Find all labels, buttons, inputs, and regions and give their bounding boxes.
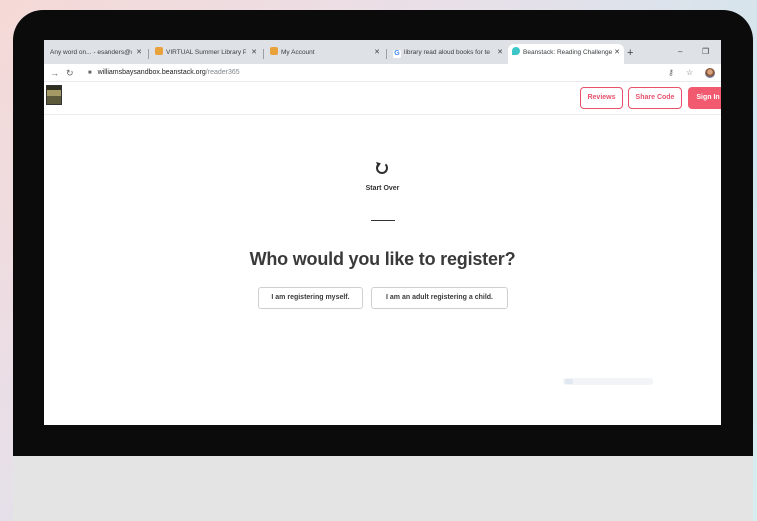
tab-beanstack[interactable]: Beanstack: Reading Challenge ✕ [508,44,624,64]
section-divider [371,220,395,221]
star-icon[interactable]: ☆ [686,66,693,80]
start-over-icon[interactable] [376,162,388,174]
new-tab-button[interactable]: + [627,44,633,62]
site-header: Reviews Share Code Sign In [44,82,721,115]
url-host: williamsbaysandbox.beanstack.org [97,69,206,76]
close-icon[interactable]: ✕ [136,44,142,62]
address-toolbar: → ↻ ■ williamsbaysandbox.beanstack.org/re… [44,64,721,82]
tab-label: Any word on... - esanders@wi [50,49,132,56]
minimize-icon[interactable]: – [678,44,682,60]
faded-widget [563,378,653,385]
close-icon[interactable]: ✕ [614,44,620,62]
close-icon[interactable]: ✕ [374,44,380,62]
close-icon[interactable]: ✕ [497,44,503,62]
address-bar[interactable]: ■ williamsbaysandbox.beanstack.org/reader… [88,67,240,79]
tab-my-account[interactable]: My Account ✕ [266,44,384,64]
tab-label: VIRTUAL Summer Library Prog [166,49,246,56]
tab-strip: Any word on... - esanders@wi ✕ VIRTUAL S… [44,40,721,64]
browser-window: Any word on... - esanders@wi ✕ VIRTUAL S… [44,40,721,425]
tab-separator [263,49,264,59]
forward-icon[interactable]: → [50,66,59,80]
start-over-link[interactable]: Start Over [44,185,721,192]
page-title: Who would you like to register? [249,249,516,269]
heart-icon [512,47,520,55]
tab-label: library read aloud books for te [404,49,490,56]
library-logo[interactable] [46,85,62,105]
reload-icon[interactable]: ↻ [66,66,74,80]
monitor-chin [13,456,753,521]
favicon-icon [270,47,278,55]
share-code-button[interactable]: Share Code [628,87,682,109]
tab-label: My Account [281,49,315,56]
profile-avatar[interactable] [705,68,715,78]
tab-separator [386,49,387,59]
key-icon[interactable]: ⚷ [668,66,674,80]
tab-virtual-summer[interactable]: VIRTUAL Summer Library Prog ✕ [151,44,261,64]
google-icon: G [393,50,401,58]
tab-google-search[interactable]: Glibrary read aloud books for te ✕ [389,44,507,64]
favicon-icon [155,47,163,55]
tab-label: Beanstack: Reading Challenge [523,49,613,56]
register-myself-button[interactable]: I am registering myself. [258,287,363,309]
register-child-button[interactable]: I am an adult registering a child. [371,287,508,309]
close-icon[interactable]: ✕ [251,44,257,62]
url-path: /reader365 [205,69,240,76]
tab-email[interactable]: Any word on... - esanders@wi ✕ [46,44,146,64]
reviews-button[interactable]: Reviews [580,87,623,109]
sign-in-button[interactable]: Sign In [688,87,721,109]
lock-icon: ■ [88,70,92,76]
tab-separator [148,49,149,59]
restore-icon[interactable]: ❐ [702,44,709,60]
